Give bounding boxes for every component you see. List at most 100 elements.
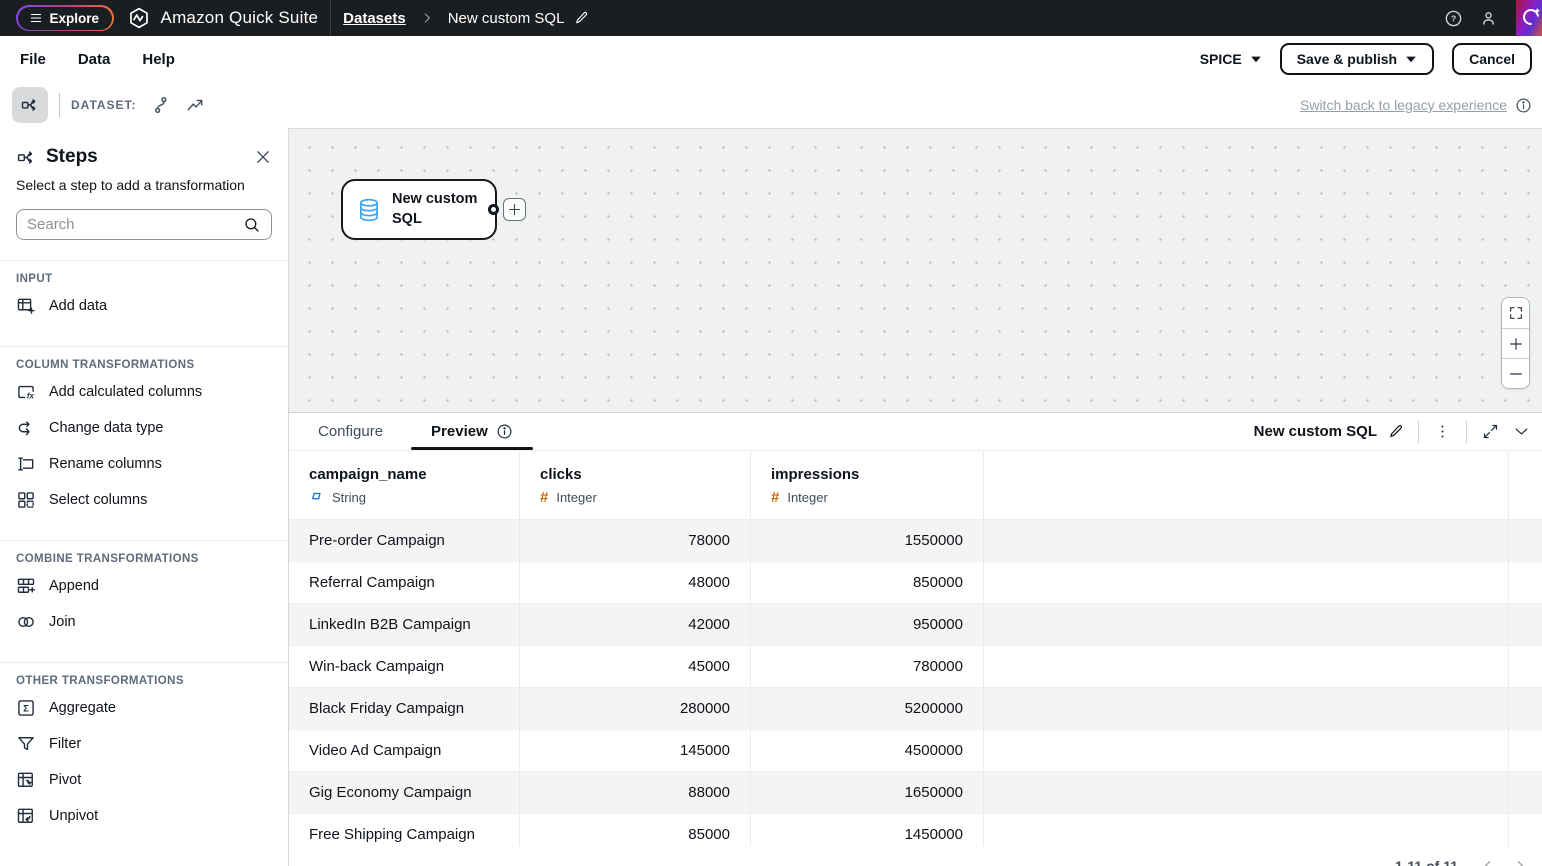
menu-data[interactable]: Data (78, 51, 111, 68)
header-divider (330, 0, 332, 36)
integer-type-icon: # (540, 488, 549, 506)
aggregate-icon: Σ (18, 700, 34, 716)
node-label: New custom SQL (392, 190, 478, 227)
menu-file[interactable]: File (20, 51, 46, 68)
column-header-campaign-name[interactable]: campaign_name (309, 466, 499, 483)
steps-flow-tool-button[interactable] (12, 87, 48, 123)
table-cell: 1650000 (751, 772, 984, 813)
flow-canvas[interactable]: New custom SQL (289, 128, 1542, 412)
search-input[interactable] (27, 216, 235, 233)
table-cell: 145000 (520, 730, 751, 771)
menu-bar: File Data Help SPICE Save & publish Canc… (0, 36, 1542, 82)
trend-analysis-icon[interactable] (185, 95, 205, 115)
panel-step-title: New custom SQL (1253, 423, 1377, 440)
zoom-out-button[interactable] (1502, 358, 1529, 388)
app-title: Amazon Quick Suite (160, 8, 319, 27)
breadcrumb-current: New custom SQL (447, 9, 565, 27)
database-icon (360, 198, 378, 221)
breadcrumb-datasets-link[interactable]: Datasets (343, 10, 406, 27)
cancel-button[interactable]: Cancel (1452, 43, 1532, 75)
minus-icon (1509, 372, 1522, 375)
more-options-kebab-icon[interactable] (1432, 421, 1453, 442)
breadcrumb: Datasets New custom SQL (343, 10, 590, 27)
sidebar-item-add-calculated-columns[interactable]: fx Add calculated columns (0, 374, 288, 410)
integer-type-icon: # (771, 488, 780, 506)
switch-legacy-link[interactable]: Switch back to legacy experience (1300, 97, 1507, 113)
section-heading: OTHER TRANSFORMATIONS (16, 675, 184, 687)
quick-suite-logo-icon (129, 7, 148, 29)
column-header-impressions[interactable]: impressions (771, 466, 963, 483)
new-custom-sql-node[interactable]: New custom SQL (341, 179, 497, 240)
preview-table-header: campaign_name String clicks # Integer im… (289, 451, 1542, 519)
hamburger-icon (30, 14, 41, 22)
add-step-button[interactable] (503, 198, 526, 221)
tab-preview[interactable]: Preview (407, 413, 537, 450)
sidebar-item-unpivot[interactable]: Unpivot (0, 798, 288, 834)
table-cell: 1550000 (751, 520, 984, 561)
user-profile-icon[interactable] (1479, 9, 1498, 28)
sidebar-item-select-columns[interactable]: Select columns (0, 482, 288, 518)
table-cell: 5200000 (751, 688, 984, 729)
table-cell: 950000 (751, 604, 984, 645)
collapse-panel-chevron-icon[interactable] (1511, 421, 1532, 442)
menu-help[interactable]: Help (142, 51, 175, 68)
flow-steps-icon (21, 99, 36, 111)
expand-panel-icon[interactable] (1480, 421, 1501, 442)
sidebar-item-filter[interactable]: Filter (0, 726, 288, 762)
edit-step-pencil-icon[interactable] (1388, 423, 1405, 440)
sidebar-item-join[interactable]: Join (0, 604, 288, 640)
preview-table-body: Pre-order Campaign 78000 1550000 Referral C… (289, 519, 1542, 866)
spice-dropdown[interactable]: SPICE (1200, 51, 1262, 67)
unpivot-icon (17, 808, 33, 823)
dataset-toolbar: DATASET: Switch back to legacy experienc… (0, 82, 1542, 128)
sidebar-item-change-data-type[interactable]: Change data type (0, 410, 288, 446)
panel-header: Configure Preview New custom SQL (289, 413, 1542, 451)
svg-text:Σ: Σ (23, 704, 29, 715)
table-cell (984, 688, 1509, 729)
fit-to-screen-button[interactable] (1502, 298, 1529, 328)
sidebar-item-pivot[interactable]: Pivot (0, 762, 288, 798)
column-header-clicks[interactable]: clicks (540, 466, 730, 483)
table-cell: LinkedIn B2B Campaign (289, 604, 520, 645)
legacy-info-icon[interactable] (1515, 97, 1532, 114)
tab-configure[interactable]: Configure (294, 413, 407, 450)
pagination-bar: 1-11 of 11 (289, 846, 1542, 866)
table-cell: Video Ad Campaign (289, 730, 520, 771)
table-cell (984, 520, 1509, 561)
table-row: LinkedIn B2B Campaign 42000 950000 (289, 603, 1542, 645)
sidebar-item-add-data[interactable]: Add data (0, 288, 288, 324)
section-heading: INPUT (16, 273, 53, 285)
sidebar-item-append[interactable]: Append (0, 568, 288, 604)
explore-button[interactable]: Explore (16, 5, 114, 31)
schema-branch-icon[interactable] (151, 95, 171, 115)
chevron-right-icon (424, 13, 430, 23)
search-icon (245, 217, 259, 232)
amazon-q-assistant-icon[interactable]: ✦ (1516, 0, 1542, 36)
svg-text:?: ? (1451, 13, 1456, 23)
help-icon[interactable]: ? (1444, 9, 1463, 28)
add-data-icon (17, 298, 35, 314)
plus-icon (508, 203, 521, 216)
info-icon[interactable] (496, 423, 513, 440)
table-row: Referral Campaign 48000 850000 (289, 561, 1542, 603)
caret-down-icon (1250, 56, 1261, 63)
sidebar-item-rename-columns[interactable]: Rename columns (0, 446, 288, 482)
top-right-actions: ? ✦ (1444, 0, 1542, 36)
table-row: Gig Economy Campaign 88000 1650000 (289, 771, 1542, 813)
zoom-in-button[interactable] (1502, 328, 1529, 358)
search-field (16, 209, 272, 240)
table-row: Video Ad Campaign 145000 4500000 (289, 729, 1542, 771)
flow-steps-icon (17, 150, 33, 164)
previous-page-icon[interactable] (1480, 858, 1496, 866)
table-cell: 78000 (520, 520, 751, 561)
node-output-port[interactable] (488, 204, 499, 215)
table-cell (1509, 604, 1542, 645)
section-combine-transformations: COMBINE TRANSFORMATIONS Append Join (0, 540, 288, 646)
close-sidebar-icon[interactable] (254, 148, 272, 166)
save-publish-button[interactable]: Save & publish (1279, 43, 1435, 75)
table-row: Win-back Campaign 45000 780000 (289, 645, 1542, 687)
sidebar-item-aggregate[interactable]: Σ Aggregate (0, 690, 288, 726)
next-page-icon[interactable] (1512, 858, 1528, 866)
edit-name-pencil-icon[interactable] (574, 10, 590, 26)
table-cell (1509, 688, 1542, 729)
